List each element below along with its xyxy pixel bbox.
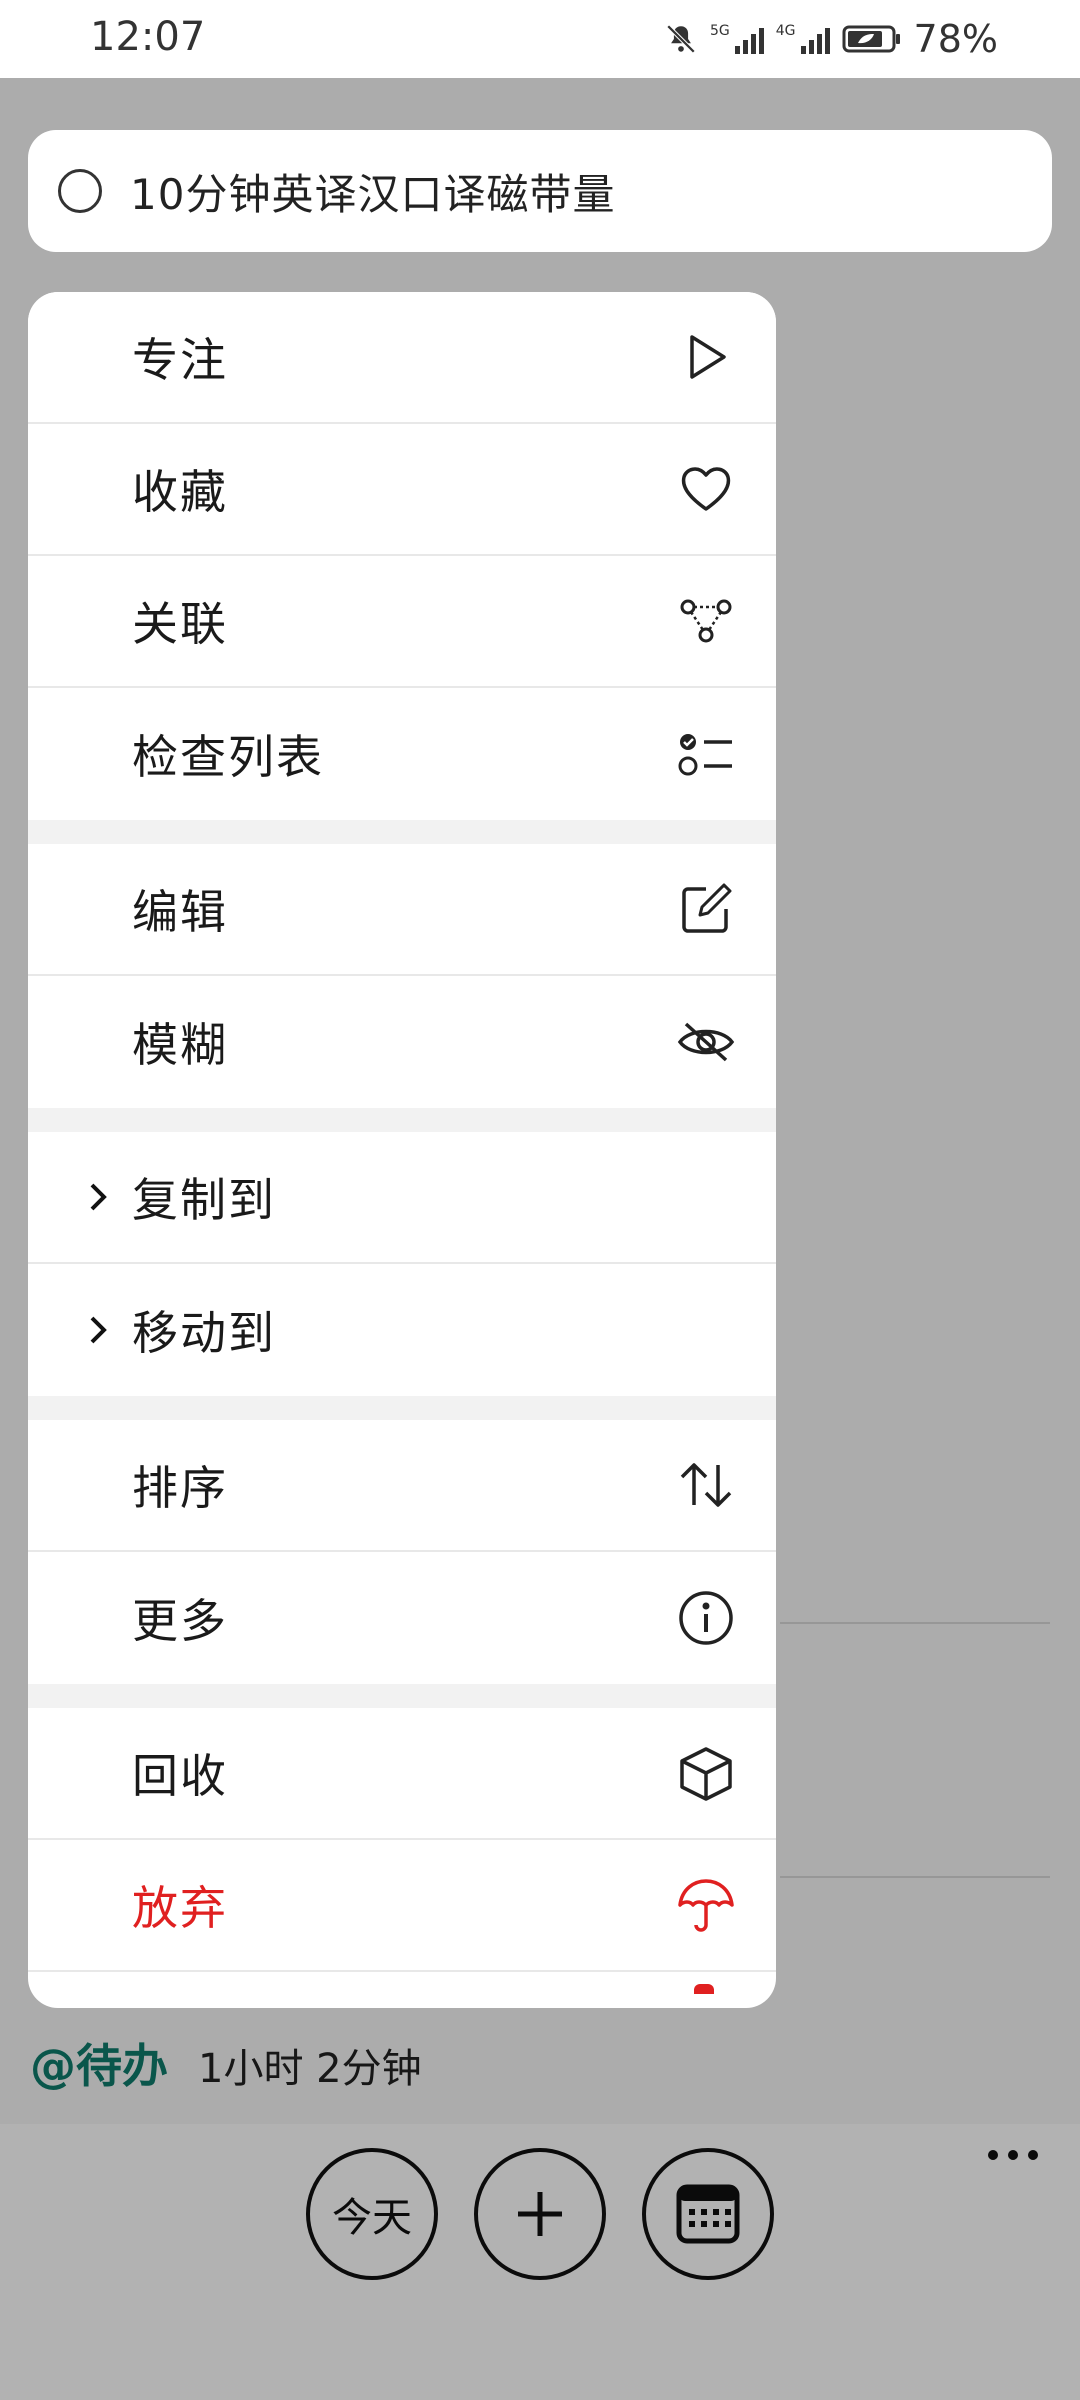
menu-item-edit[interactable]: 编辑 xyxy=(28,844,776,976)
menu-group-divider xyxy=(28,1684,776,1708)
info-icon xyxy=(679,1591,733,1645)
menu-item-sort[interactable]: 排序 xyxy=(28,1420,776,1552)
menu-item-label: 移动到 xyxy=(132,1306,276,1360)
checklist-icon xyxy=(678,734,732,776)
menu-item-label: 关联 xyxy=(132,597,228,651)
menu-item-label: 检查列表 xyxy=(132,730,324,784)
mute-bell-icon xyxy=(666,24,696,54)
menu-item-favorite[interactable]: 收藏 xyxy=(28,424,776,556)
task-card[interactable]: 10分钟英译汉口译磁带量 xyxy=(28,130,1052,252)
menu-group-divider xyxy=(28,820,776,844)
menu-group-divider xyxy=(28,1108,776,1132)
menu-item-label: 编辑 xyxy=(132,885,228,939)
menu-item-blur[interactable]: 模糊 xyxy=(28,976,776,1108)
menu-item-recycle[interactable]: 回收 xyxy=(28,1708,776,1840)
menu-item-checklist[interactable]: 检查列表 xyxy=(28,688,776,820)
status-bar: 12:07 5G 4G 78% xyxy=(0,0,1080,78)
task-complete-radio[interactable] xyxy=(58,169,102,213)
edit-icon xyxy=(682,883,732,933)
status-icons: 5G 4G 78% xyxy=(664,16,998,62)
signal-5g-icon: 5G xyxy=(710,24,764,54)
heart-icon xyxy=(681,467,731,511)
menu-item-move-to[interactable]: 移动到 xyxy=(28,1264,776,1396)
umbrella-icon xyxy=(678,1879,734,1932)
menu-group-divider xyxy=(28,1396,776,1420)
link-nodes-icon xyxy=(680,599,732,643)
context-menu: 专注 收藏 关联 检查列表 编辑 模糊 复制到 移动到 排序 更多 回收 放弃 xyxy=(28,292,776,2008)
menu-item-label: 收藏 xyxy=(132,465,228,519)
box-icon xyxy=(680,1747,732,1801)
menu-item-focus[interactable]: 专注 xyxy=(28,292,776,424)
status-time: 12:07 xyxy=(90,14,206,60)
menu-item-copy-to[interactable]: 复制到 xyxy=(28,1132,776,1264)
menu-item-abandon[interactable]: 放弃 xyxy=(28,1840,776,1972)
menu-item-label: 更多 xyxy=(132,1594,228,1648)
partial-icon xyxy=(694,1984,714,1994)
sort-icon xyxy=(680,1463,732,1507)
chevron-right-icon xyxy=(90,1183,107,1211)
menu-item-label: 模糊 xyxy=(132,1018,228,1072)
menu-item-label: 复制到 xyxy=(132,1173,276,1227)
menu-item-label: 专注 xyxy=(132,333,228,387)
play-icon xyxy=(690,335,726,379)
menu-item-more[interactable]: 更多 xyxy=(28,1552,776,1684)
menu-scroll-peek xyxy=(28,1972,776,2008)
menu-item-label: 回收 xyxy=(132,1749,228,1803)
menu-item-label: 放弃 xyxy=(132,1881,228,1935)
battery-percent: 78% xyxy=(913,17,998,61)
menu-item-link[interactable]: 关联 xyxy=(28,556,776,688)
task-title: 10分钟英译汉口译磁带量 xyxy=(130,169,616,219)
signal-4g-icon: 4G xyxy=(776,24,830,54)
menu-item-label: 排序 xyxy=(132,1461,228,1515)
eye-off-icon xyxy=(677,1022,735,1062)
chevron-right-icon xyxy=(90,1316,107,1344)
battery-icon xyxy=(842,25,900,53)
